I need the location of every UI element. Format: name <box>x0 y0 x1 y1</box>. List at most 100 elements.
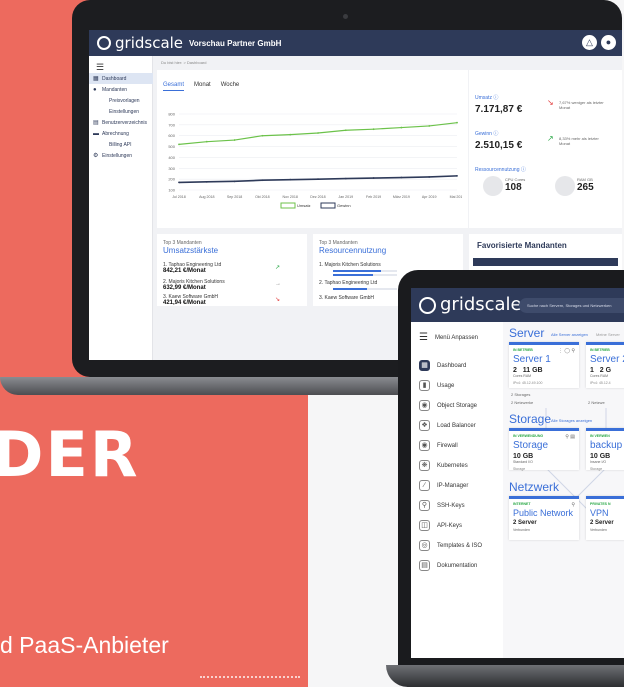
top-res-title: Resourcennutzung <box>319 246 387 255</box>
network-card-1[interactable]: INTERNET ⚲ Public Network 2 Server Verbu… <box>509 496 579 540</box>
x-tick-label: Jan 2019 <box>338 195 353 199</box>
server-actions-icon[interactable]: ⋮ ◯ ⚲ <box>558 348 575 354</box>
sidebar-item-usage[interactable]: ▮ Usage <box>419 380 454 391</box>
sidebar-label: Billing API <box>109 141 132 148</box>
data-point <box>428 176 431 178</box>
tab-monat[interactable]: Monat <box>194 82 211 91</box>
sidebar-label: SSH-Keys <box>437 502 465 509</box>
users-icon: ● <box>93 86 97 93</box>
umsatz-value: 7.171,87 € <box>475 104 523 115</box>
network-name: Public Network <box>513 508 574 518</box>
data-point <box>456 174 458 177</box>
sidebar-label: Firewall <box>437 442 458 449</box>
ip-icon: ∕ <box>419 480 430 491</box>
tab-gesamt[interactable]: Gesamt <box>163 82 185 91</box>
storage-card-2[interactable]: IN VERWEN backup 10 GB Insane I/O Storag… <box>586 428 624 471</box>
sidebar-item-ip-manager[interactable]: ∕ IP-Manager <box>419 480 468 491</box>
book-icon: ▤ <box>93 120 99 126</box>
network-status: Verbunden <box>590 528 607 532</box>
sidebar-item-dokumentation[interactable]: ▤ Dokumentation <box>419 560 477 571</box>
y-tick-label: 100 <box>168 188 175 193</box>
gewinn-value: 2.510,15 € <box>475 140 523 151</box>
hamburger-icon[interactable]: ☰ <box>96 62 104 73</box>
user-icon[interactable]: ● <box>601 35 616 50</box>
sidebar-item-mandanten[interactable]: ● Mandanten <box>89 84 153 95</box>
data-point <box>344 129 347 132</box>
data-point <box>205 180 208 183</box>
sidebar-item-firewall[interactable]: ◉ Firewall <box>419 440 458 451</box>
status-badge: IN VERWEN <box>590 434 610 438</box>
revenue-chart-panel: Gesamt Monat Woche 100 200 300 400 500 600 700… <box>157 70 468 228</box>
sidebar-item-einstellungen[interactable]: ⚙ Einstellungen <box>89 150 153 161</box>
server-ip: IPv4: 45.12.4 <box>590 381 611 385</box>
sidebar-item-templates[interactable]: ◎ Templates & ISO <box>419 540 482 551</box>
network-name: VPN <box>590 508 609 518</box>
network-card-2[interactable]: PRIVATES N VPN 2 Server Verbunden <box>586 496 624 540</box>
breadcrumb: Du bist hier: > Dashboard <box>161 60 207 65</box>
card-icon: ▬ <box>93 130 99 137</box>
server-card-2[interactable]: IN BETRIEB Server 2 1 2 G Cores RAM IPv4… <box>586 342 624 388</box>
sidebar-item-benutzerverzeichnis[interactable]: ▤ Benutzerverzeichnis <box>89 117 153 128</box>
all-servers-link[interactable]: Alle Server anzeigen <box>551 332 588 337</box>
sidebar-item-dashboard[interactable]: ▦ Dashboard <box>419 360 466 371</box>
firewall-icon: ◉ <box>419 440 430 451</box>
tab-woche[interactable]: Woche <box>221 82 240 91</box>
network-servers: 2 Server <box>590 520 614 526</box>
storage-name: Storage <box>513 440 549 451</box>
sidebar-item-preisvorlagen[interactable]: Preisvorlagen <box>89 95 153 106</box>
y-tick-label: 400 <box>168 155 175 160</box>
ram-gauge <box>555 176 575 196</box>
dashboard-icon: ▦ <box>419 360 430 371</box>
sidebar-label: Dashboard <box>437 362 467 369</box>
sidebar-item-api-keys[interactable]: ◫ API-Keys <box>419 520 462 531</box>
data-point <box>289 178 292 181</box>
legend-swatch <box>320 202 336 209</box>
sidebar-item-menu[interactable]: ☰ Menü Anpassen <box>419 332 478 343</box>
sidebar-label: Benutzerverzeichnis <box>102 119 148 126</box>
template-icon: ◎ <box>419 540 430 551</box>
sidebar-item-dashboard[interactable]: ▦ Dashboard <box>89 73 153 84</box>
trend-down-icon: ↘ <box>275 297 281 303</box>
gridscale-logo-icon <box>97 36 111 50</box>
sidebar-item-billing-api[interactable]: Billing API <box>89 139 153 150</box>
trend-flat-icon: → <box>275 281 281 287</box>
server-section-title: Server <box>509 326 545 340</box>
storage-type: Storage <box>513 467 526 471</box>
sidebar-item-object-storage[interactable]: ◉ Object Storage <box>419 400 477 411</box>
storage-actions-icon[interactable]: ⚲ ▤ <box>565 434 575 440</box>
sidebar-item-einstellungen-sub[interactable]: Einstellungen <box>89 106 153 117</box>
server-name: Server 1 <box>513 354 551 365</box>
sidebar-item-ssh-keys[interactable]: ⚲ SSH-Keys <box>419 500 465 511</box>
sidebar-label: Kubernetes <box>437 462 468 469</box>
usage-bar-fill <box>333 288 367 290</box>
all-storages-link[interactable]: Alle Storages anzeigen <box>551 418 592 423</box>
doc-icon: ▤ <box>419 560 430 571</box>
storage-card-1[interactable]: IN VERWENDUNG ⚲ ▤ Storage 10 GB Standard… <box>509 428 579 471</box>
sidebar-item-abrechnung[interactable]: ▬ Abrechnung <box>89 128 153 139</box>
list-item: 1. Taphao Engineering Ltd 842,21 €/Monat <box>163 262 221 274</box>
storage-size: 10 GB <box>513 453 534 460</box>
storage-icon: ◉ <box>419 400 430 411</box>
list-item: 2. Taphao Engineering Ltd <box>319 280 378 286</box>
balancer-icon: ❖ <box>419 420 430 431</box>
search-input[interactable]: Suche nach Servern, Storages und Netzwer… <box>519 298 624 313</box>
sidebar-label: Menü Anpassen <box>434 334 478 341</box>
usage-bar-fill <box>333 274 373 276</box>
bell-icon[interactable]: △ <box>582 35 597 50</box>
legend-swatch <box>280 202 296 209</box>
storage-type: Storage <box>590 467 603 471</box>
data-point <box>372 128 375 131</box>
y-tick-label: 500 <box>168 144 175 149</box>
gewinn-label: Gewinn ⓘ <box>475 131 499 137</box>
sidebar-item-kubernetes[interactable]: ❋ Kubernetes <box>419 460 468 471</box>
x-tick-label: Okt 2018 <box>255 195 270 199</box>
sidebar: ☰ ▦ Dashboard ● Mandanten Preisvorlagen Ei… <box>89 56 153 360</box>
server-card-1[interactable]: IN BETRIEB ⋮ ◯ ⚲ Server 1 2 11 GB Cores … <box>509 342 579 388</box>
my-servers-link[interactable]: Meine Server <box>596 332 620 337</box>
sidebar-item-load-balancer[interactable]: ❖ Load Balancer <box>419 420 476 431</box>
data-point <box>428 125 431 127</box>
logo-text: gridscale <box>115 34 184 52</box>
data-point <box>261 134 264 137</box>
item-value: 421,94 €/Monat <box>163 300 206 306</box>
ram-value: 2 G <box>599 367 612 374</box>
